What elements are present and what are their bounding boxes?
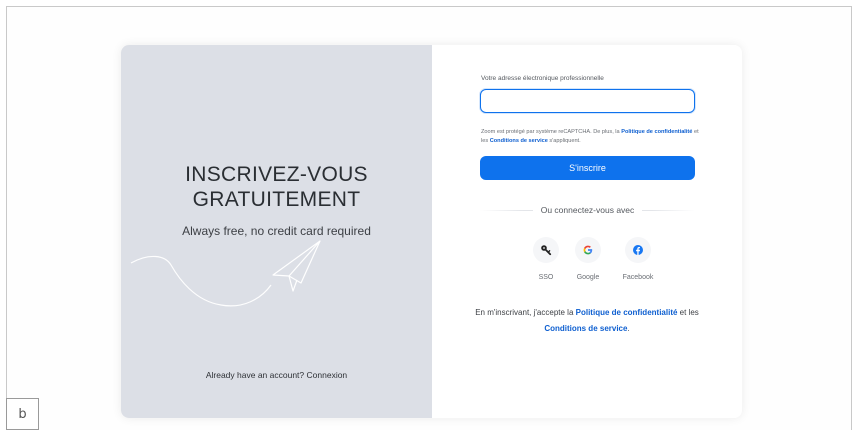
headline-line-2: GRATUITEMENT: [192, 188, 361, 211]
terms-suffix: .: [627, 324, 630, 333]
signup-form-panel: Votre adresse électronique professionnel…: [432, 45, 742, 418]
email-field[interactable]: [480, 89, 695, 113]
signup-card: INSCRIVEZ-VOUS GRATUITEMENT Always free,…: [121, 45, 742, 418]
key-icon: [541, 245, 552, 256]
google-login-button[interactable]: Google: [566, 237, 610, 281]
google-icon: [583, 245, 593, 255]
facebook-label: Facebook: [622, 274, 654, 281]
terms-and: et les: [679, 308, 699, 317]
signup-button[interactable]: S'inscrire: [480, 156, 695, 180]
social-divider: Ou connectez-vous avec: [480, 204, 695, 216]
sso-login-button[interactable]: SSO: [524, 237, 568, 281]
sso-icon-circle: [533, 237, 559, 263]
sso-label: SSO: [538, 274, 554, 281]
paper-plane-illustration: [130, 240, 321, 307]
already-have-account: Already have an account? Connexion: [121, 370, 432, 380]
figure-label: b: [6, 398, 39, 430]
recaptcha-notice: Zoom est protégé par système reCAPTCHA. …: [481, 128, 701, 145]
recaptcha-suffix: s'appliquent.: [549, 137, 581, 144]
page-title: INSCRIVEZ-VOUS GRATUITEMENT: [121, 162, 432, 212]
terms-privacy-link[interactable]: Politique de confidentialité: [576, 308, 678, 317]
promo-panel: INSCRIVEZ-VOUS GRATUITEMENT Always free,…: [121, 45, 432, 418]
google-label: Google: [576, 274, 600, 281]
google-icon-circle: [575, 237, 601, 263]
divider-text: Ou connectez-vous avec: [532, 205, 643, 215]
already-text: Already have an account?: [205, 370, 305, 380]
terms-notice: En m'inscrivant, j'accepte la Politique …: [472, 305, 702, 337]
recaptcha-terms-link[interactable]: Conditions de service: [490, 138, 548, 144]
facebook-login-button[interactable]: Facebook: [616, 237, 660, 281]
recaptcha-prefix: Zoom est protégé par système reCAPTCHA. …: [481, 129, 620, 135]
headline-line-1: INSCRIVEZ-VOUS: [185, 163, 368, 186]
email-label: Votre adresse électronique professionnel…: [481, 75, 604, 82]
login-link[interactable]: Connexion: [307, 370, 348, 380]
terms-conditions-link[interactable]: Conditions de service: [544, 324, 627, 333]
terms-prefix: En m'inscrivant, j'accepte la: [475, 308, 574, 317]
facebook-icon-circle: [625, 237, 651, 263]
recaptcha-privacy-link[interactable]: Politique de confidentialité: [621, 129, 692, 135]
facebook-icon: [633, 245, 643, 255]
